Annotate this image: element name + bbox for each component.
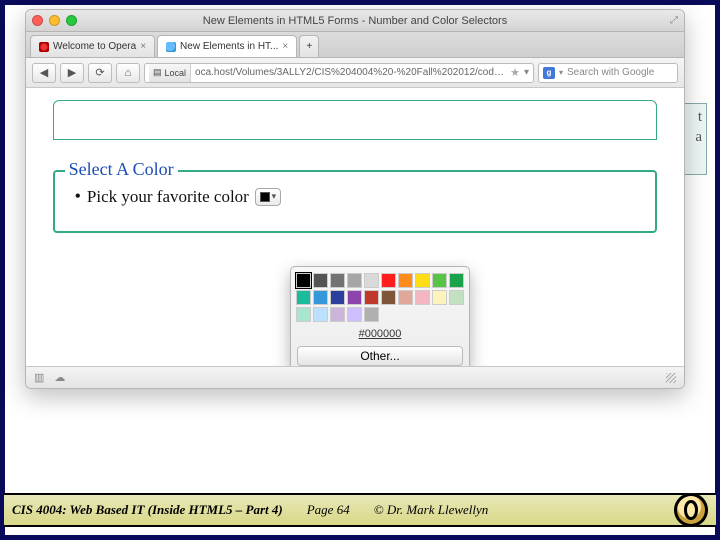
back-button[interactable]: ◀ [32, 63, 56, 83]
color-swatch[interactable] [381, 290, 396, 305]
color-picker-popover: #000000 Other... [290, 266, 470, 366]
window-title: New Elements in HTML5 Forms - Number and… [26, 15, 684, 27]
navigation-toolbar: ◀ ▶ ⟳ ⌂ ▤ Local oca.host/Volumes/3ALLY2/… [26, 58, 684, 88]
file-icon: ▤ [153, 67, 162, 78]
color-swatch[interactable] [398, 290, 413, 305]
color-swatch[interactable] [449, 273, 464, 288]
color-fieldset: Select A Color • Pick your favorite colo… [53, 170, 658, 233]
page-viewport: Select A Color • Pick your favorite colo… [26, 88, 684, 366]
google-search-engine-icon: g [543, 67, 555, 79]
swatch-grid [297, 273, 463, 322]
color-swatch[interactable] [313, 290, 328, 305]
dropdown-icon[interactable]: ▾ [559, 68, 563, 77]
url-scheme-badge: ▤ Local [149, 64, 191, 82]
dropdown-icon[interactable]: ▾ [524, 67, 529, 78]
reload-button[interactable]: ⟳ [88, 63, 112, 83]
tab-label: Welcome to Opera [53, 41, 136, 52]
minimize-window-button[interactable] [49, 15, 60, 26]
status-bar: ▥ ☁ [26, 366, 684, 388]
forward-button[interactable]: ▶ [60, 63, 84, 83]
color-swatch[interactable] [432, 273, 447, 288]
previous-fieldset-partial [53, 100, 658, 140]
university-seal-icon [674, 493, 708, 527]
course-title: CIS 4004: Web Based IT (Inside HTML5 – P… [12, 502, 283, 518]
color-swatch[interactable] [364, 273, 379, 288]
color-swatch[interactable] [398, 273, 413, 288]
color-swatch[interactable] [415, 290, 430, 305]
color-swatch[interactable] [381, 273, 396, 288]
bullet-icon: • [75, 186, 81, 207]
close-tab-icon[interactable]: × [140, 41, 146, 52]
color-swatch[interactable] [313, 307, 328, 322]
window-titlebar: New Elements in HTML5 Forms - Number and… [26, 10, 684, 32]
author-credit: © Dr. Mark Llewellyn [374, 502, 489, 518]
url-text: oca.host/Volumes/3ALLY2/CIS%204004%20-%2… [195, 67, 506, 78]
color-swatch[interactable] [449, 290, 464, 305]
other-color-button[interactable]: Other... [297, 346, 463, 366]
color-field-label: Pick your favorite color [87, 187, 249, 207]
color-swatch[interactable] [330, 307, 345, 322]
tab-strip: Welcome to Opera × New Elements in HT...… [26, 32, 684, 58]
color-swatch[interactable] [330, 290, 345, 305]
zoom-window-button[interactable] [66, 15, 77, 26]
page-number: Page 64 [307, 502, 350, 518]
bookmark-star-icon[interactable]: ★ [510, 66, 520, 79]
address-bar[interactable]: ▤ Local oca.host/Volumes/3ALLY2/CIS%2040… [144, 63, 534, 83]
color-swatch[interactable] [296, 273, 311, 288]
color-swatch-preview [260, 192, 270, 202]
fieldset-legend: Select A Color [65, 159, 178, 180]
fullscreen-icon[interactable]: ⤢ [670, 15, 678, 26]
close-tab-icon[interactable]: × [282, 41, 288, 52]
search-placeholder: Search with Google [567, 67, 654, 78]
close-window-button[interactable] [32, 15, 43, 26]
color-swatch[interactable] [415, 273, 430, 288]
color-field-row: • Pick your favorite color ▾ [75, 186, 636, 207]
window-resize-handle[interactable] [666, 373, 676, 383]
tab-label: New Elements in HT... [180, 41, 278, 52]
opera-favicon-icon [39, 42, 49, 52]
color-swatch[interactable] [330, 273, 345, 288]
color-hex-value[interactable]: #000000 [297, 328, 463, 340]
tab-current[interactable]: New Elements in HT... × [157, 35, 297, 57]
panel-icon[interactable]: ▥ [34, 371, 44, 384]
tab-welcome[interactable]: Welcome to Opera × [30, 35, 155, 57]
color-swatch[interactable] [364, 290, 379, 305]
color-swatch[interactable] [347, 307, 362, 322]
search-bar[interactable]: g ▾ Search with Google [538, 63, 678, 83]
sync-icon[interactable]: ☁ [54, 371, 65, 384]
color-swatch[interactable] [296, 307, 311, 322]
slide-footer: CIS 4004: Web Based IT (Inside HTML5 – P… [4, 493, 716, 527]
color-swatch[interactable] [432, 290, 447, 305]
page-favicon-icon [166, 42, 176, 52]
color-swatch[interactable] [347, 290, 362, 305]
home-button[interactable]: ⌂ [116, 63, 140, 83]
color-swatch[interactable] [347, 273, 362, 288]
new-tab-button[interactable]: + [299, 35, 319, 57]
color-swatch[interactable] [364, 307, 379, 322]
dropdown-arrow-icon: ▾ [272, 191, 277, 202]
color-swatch[interactable] [313, 273, 328, 288]
color-input[interactable]: ▾ [255, 188, 281, 206]
color-swatch[interactable] [296, 290, 311, 305]
browser-window: New Elements in HTML5 Forms - Number and… [25, 9, 685, 389]
